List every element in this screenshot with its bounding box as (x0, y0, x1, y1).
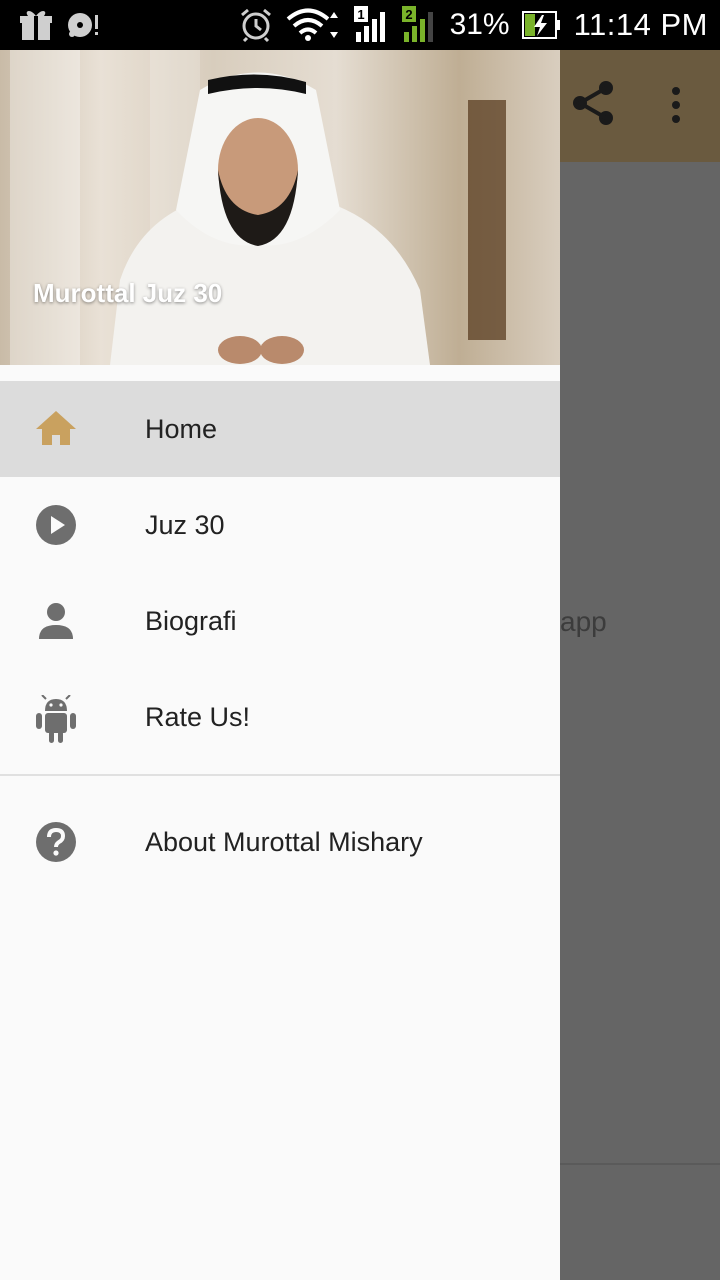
background-app-text: app (560, 606, 607, 637)
person-icon (34, 599, 78, 643)
drawer-item-label: Juz 30 (145, 510, 225, 540)
drawer-header-title: Murottal Juz 30 (33, 278, 223, 308)
play-circle-icon (34, 503, 78, 547)
gift-icon (20, 11, 52, 40)
background-divider (560, 1163, 720, 1165)
status-bar: 1 2 31% 11:14 PM (0, 0, 720, 50)
clock: 11:14 PM (573, 7, 708, 42)
android-icon (34, 694, 78, 743)
drawer-item-label: About Murottal Mishary (145, 827, 423, 857)
header-portrait (110, 72, 430, 365)
drawer-menu: Home Juz 30 Biografi Rate Us! About Muro… (0, 381, 560, 890)
sim1-label: 1 (357, 7, 364, 22)
drawer-item-home[interactable]: Home (0, 381, 560, 477)
more-vert-icon[interactable] (666, 87, 686, 128)
battery-charging-icon (521, 11, 560, 39)
share-icon[interactable] (572, 80, 614, 131)
home-icon (34, 407, 78, 451)
drawer-item-label: Rate Us! (145, 702, 251, 732)
drawer-item-label: Biografi (145, 606, 237, 636)
drawer-item-biografi[interactable]: Biografi (0, 573, 560, 669)
drawer-divider (0, 774, 560, 776)
battery-percent: 31% (449, 8, 510, 41)
drawer-item-juz30[interactable]: Juz 30 (0, 477, 560, 573)
drawer-item-rate-us[interactable]: Rate Us! (0, 669, 560, 765)
drawer-header: Murottal Juz 30 (0, 50, 560, 365)
alarm-icon (240, 8, 271, 43)
wifi-icon (286, 8, 338, 41)
signal-sim1-icon: 1 (353, 6, 385, 42)
sim2-label: 2 (405, 7, 412, 22)
drawer-item-label: Home (145, 414, 218, 444)
help-circle-icon (34, 820, 78, 864)
drawer-item-about[interactable]: About Murottal Mishary (0, 794, 560, 890)
navigation-drawer: Murottal Juz 30 Home Juz 30 Biografi Rat… (0, 50, 560, 1280)
signal-sim2-icon: 2 (401, 6, 433, 42)
disc-alert-icon (68, 13, 98, 37)
